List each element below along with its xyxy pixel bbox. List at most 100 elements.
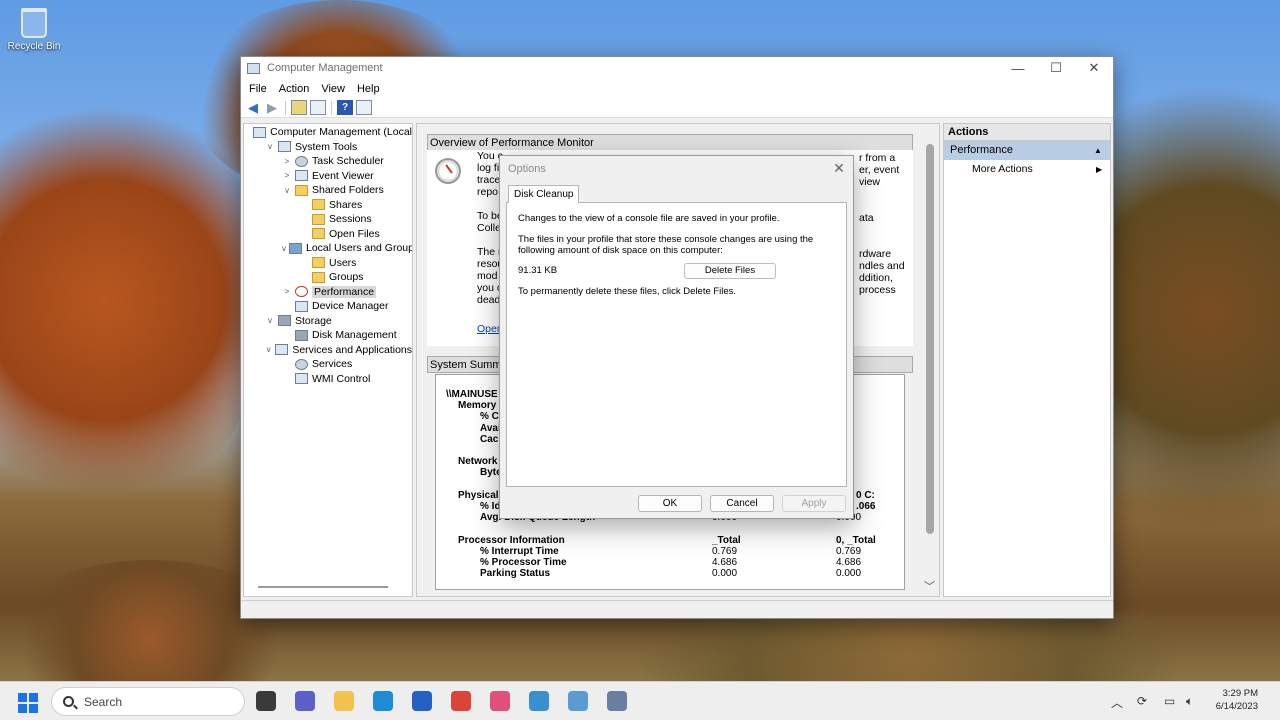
menu-view[interactable]: View xyxy=(315,83,351,95)
taskbar-search[interactable]: Search xyxy=(51,687,245,716)
computer-management-icon xyxy=(247,62,260,74)
up-folder-icon[interactable] xyxy=(291,100,307,115)
delete-files-button[interactable]: Delete Files xyxy=(684,263,776,279)
chat-icon[interactable] xyxy=(295,691,315,711)
tree-item-label: Services and Applications xyxy=(292,343,412,356)
ok-button[interactable]: OK xyxy=(638,495,702,512)
recycle-bin-icon xyxy=(21,8,47,38)
results-vertical-scrollbar[interactable]: ﹀ xyxy=(922,124,939,596)
collapsed-chevron-icon[interactable]: > xyxy=(282,157,292,166)
tree-horizontal-scrollbar[interactable] xyxy=(258,586,388,588)
task-view-icon[interactable] xyxy=(256,691,276,711)
tree-item-open-files[interactable]: Open Files xyxy=(244,227,412,242)
control-panel-icon[interactable] xyxy=(568,691,588,711)
summary-counter-label: % Interrupt Time xyxy=(480,545,559,557)
actions-performance-group[interactable]: Performance ▲ xyxy=(944,141,1110,160)
expanded-chevron-icon[interactable]: v xyxy=(265,345,272,354)
tree-item-label: System Tools xyxy=(295,140,358,153)
dialog-text-disk-space: The files in your profile that store the… xyxy=(518,234,814,256)
start-button[interactable] xyxy=(18,693,38,713)
show-hidden-icons-icon[interactable]: ︿ xyxy=(1111,694,1123,711)
clock[interactable]: 3:29 PM 6/14/2023 xyxy=(1216,687,1258,713)
tree-item-label: Storage xyxy=(295,314,332,327)
tree-item-services-and-applications[interactable]: v Services and Applications xyxy=(244,343,412,358)
show-hide-action-pane-icon[interactable] xyxy=(356,100,372,115)
network-icon[interactable]: ▭ xyxy=(1164,694,1175,708)
disk-space-value: 91.31 KB xyxy=(518,265,558,276)
menu-action[interactable]: Action xyxy=(273,83,316,95)
forward-arrow-icon[interactable]: ▶ xyxy=(264,100,280,115)
tree-item-label: Performance xyxy=(312,285,377,298)
title-bar[interactable]: Computer Management — ☐ ✕ xyxy=(241,57,1113,79)
tree-item-device-manager[interactable]: Device Manager xyxy=(244,299,412,314)
tree-item-storage[interactable]: v Storage xyxy=(244,314,412,329)
store-icon[interactable] xyxy=(412,691,432,711)
summary-counter-value: 0.000 xyxy=(836,568,862,580)
tree-item-shares[interactable]: Shares xyxy=(244,198,412,213)
close-button[interactable]: ✕ xyxy=(1075,60,1113,76)
tree-item-services[interactable]: Services xyxy=(244,357,412,372)
overview-right-line: process xyxy=(859,284,896,296)
tree-item-groups[interactable]: Groups xyxy=(244,270,412,285)
expanded-chevron-icon[interactable]: v xyxy=(282,244,286,253)
menu-file[interactable]: File xyxy=(243,83,273,95)
show-hide-tree-icon[interactable] xyxy=(310,100,326,115)
tree-item-performance[interactable]: > Performance xyxy=(244,285,412,300)
summary-counter-label: % Processor Time xyxy=(480,557,567,568)
scrollbar-thumb[interactable] xyxy=(926,144,934,534)
menu-help[interactable]: Help xyxy=(351,83,386,95)
snipping-icon[interactable] xyxy=(490,691,510,711)
collapsed-chevron-icon[interactable]: > xyxy=(282,171,292,180)
expanded-chevron-icon[interactable]: v xyxy=(265,316,275,325)
search-icon xyxy=(63,696,74,707)
disk-cleanup-panel: Changes to the view of a console file ar… xyxy=(506,202,847,487)
minimize-button[interactable]: — xyxy=(999,61,1037,76)
expanded-chevron-icon[interactable]: v xyxy=(282,186,292,195)
collapse-arrow-icon[interactable]: ▲ xyxy=(1094,141,1110,160)
tree-item-label: Open Files xyxy=(329,227,380,240)
dialog-title-bar[interactable]: Options ✕ xyxy=(500,156,853,181)
tree-item-disk-management[interactable]: Disk Management xyxy=(244,328,412,343)
tree-item-shared-folders[interactable]: v Shared Folders xyxy=(244,183,412,198)
tree-item-label: Local Users and Groups xyxy=(306,242,413,255)
edge-icon[interactable] xyxy=(373,691,393,711)
folder-icon xyxy=(312,257,325,269)
collapsed-chevron-icon[interactable]: > xyxy=(282,287,292,296)
tools-icon xyxy=(278,141,291,153)
computer-management-app-icon[interactable] xyxy=(607,691,627,711)
tab-disk-cleanup[interactable]: Disk Cleanup xyxy=(508,185,580,203)
tree-item-task-scheduler[interactable]: > Task Scheduler xyxy=(244,154,412,169)
tree-item-users[interactable]: Users xyxy=(244,256,412,271)
tree-item-label: Services xyxy=(312,358,353,371)
tree-list: Computer Management (Local v System Tools >… xyxy=(244,125,412,386)
more-actions-label: More Actions xyxy=(972,163,1033,175)
summary-counter-value: 4.686 xyxy=(836,557,862,568)
recycle-bin[interactable]: Recycle Bin xyxy=(4,8,64,52)
overview-right-line xyxy=(859,200,905,212)
tree-item-computer-management-local[interactable]: Computer Management (Local xyxy=(244,125,412,140)
tree-item-wmi-control[interactable]: WMI Control xyxy=(244,372,412,387)
tree-item-event-viewer[interactable]: > Event Viewer xyxy=(244,169,412,184)
tree-item-local-users-and-groups[interactable]: v Local Users and Groups xyxy=(244,241,412,256)
device-manager-icon xyxy=(295,300,308,312)
speaker-muted-icon[interactable]: 🔈︎ xyxy=(1186,694,1193,709)
file-explorer-icon[interactable] xyxy=(334,691,354,711)
remote-desktop-icon[interactable] xyxy=(529,691,549,711)
services-apps-icon xyxy=(275,344,289,356)
chrome-icon[interactable] xyxy=(451,691,471,711)
tree-item-system-tools[interactable]: v System Tools xyxy=(244,140,412,155)
more-actions-item[interactable]: More Actions ▶ xyxy=(944,160,1110,179)
folder-icon xyxy=(312,271,325,283)
sync-icon[interactable]: ⟳ xyxy=(1137,694,1147,708)
cancel-button[interactable]: Cancel xyxy=(710,495,774,512)
summary-counter-label: Avai xyxy=(480,422,501,434)
recycle-bin-label: Recycle Bin xyxy=(7,41,61,52)
back-arrow-icon[interactable]: ◀ xyxy=(245,100,261,115)
summary-counter-value: 0.769 xyxy=(712,545,738,557)
tree-item-sessions[interactable]: Sessions xyxy=(244,212,412,227)
maximize-button[interactable]: ☐ xyxy=(1037,60,1075,76)
expanded-chevron-icon[interactable]: v xyxy=(265,142,275,151)
scroll-down-arrow-icon[interactable]: ﹀ xyxy=(924,578,935,594)
help-icon[interactable]: ? xyxy=(337,100,353,115)
dialog-close-button[interactable]: ✕ xyxy=(825,160,853,177)
